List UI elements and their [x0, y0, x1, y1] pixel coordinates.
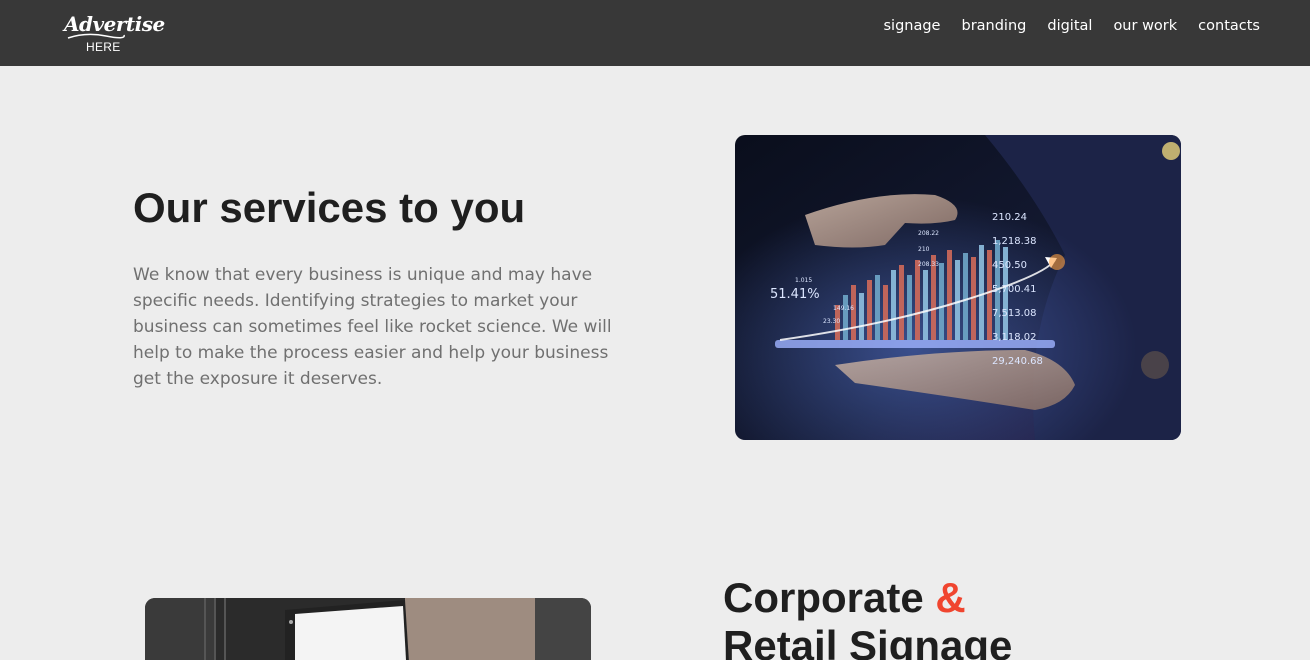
nav-branding[interactable]: branding [961, 18, 1026, 34]
services-body: We know that every business is unique an… [133, 265, 612, 389]
main-nav: signage branding digital our work contac… [883, 18, 1260, 34]
hero-num-5: 7,513.08 [992, 308, 1037, 319]
hero-small-num-2: 149.16 [833, 305, 854, 312]
logo[interactable]: Advertise HERE [64, 12, 165, 56]
site-header: Advertise HERE signage branding digital … [0, 0, 1310, 66]
hero-small-num-6: 208.33 [918, 261, 939, 268]
hero-percent: 51.41% [770, 287, 820, 302]
hero-num-6: 3,118.02 [992, 332, 1037, 343]
analytics-hero-image: 51.41% 1.015 149.16 23.30 208.22 210 208… [735, 135, 1181, 440]
hero-num-1: 210.24 [992, 212, 1027, 223]
hero-num-2: 1,218.38 [992, 236, 1037, 247]
signage-image [145, 598, 591, 660]
signage-title: Corporate & Retail Signage [723, 574, 1012, 660]
signage-title-amp: & [935, 574, 966, 621]
nav-digital[interactable]: digital [1047, 18, 1092, 34]
analytics-illustration: 51.41% 1.015 149.16 23.30 208.22 210 208… [735, 135, 1181, 440]
hero-num-4: 5,700.41 [992, 284, 1037, 295]
hero-small-num-1: 1.015 [795, 277, 812, 284]
nav-our-work[interactable]: our work [1113, 18, 1177, 34]
hero-num-7: 29,240.68 [992, 356, 1043, 367]
building-sign-illustration [145, 598, 591, 660]
signage-title-line2: Retail Signage [723, 622, 1013, 660]
hero-small-num-4: 208.22 [918, 230, 939, 237]
nav-contacts[interactable]: contacts [1198, 18, 1260, 34]
services-title: Our services to you [133, 184, 526, 231]
hero-small-num-5: 210 [918, 246, 930, 253]
hero-num-3: 450.50 [992, 260, 1027, 271]
signage-title-part1: Corporate [723, 574, 936, 621]
logo-sub-text: HERE [86, 40, 121, 54]
nav-signage[interactable]: signage [883, 18, 940, 34]
hero-small-num-3: 23.30 [823, 318, 840, 325]
